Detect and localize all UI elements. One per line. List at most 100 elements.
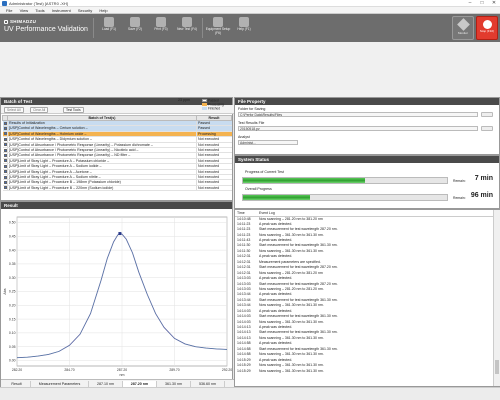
row-checkbox[interactable]	[3, 164, 7, 168]
folder-field[interactable]: C:\Perfor Data\Results\Files	[238, 112, 478, 117]
load-button[interactable]: Load (F1)	[96, 17, 122, 39]
equipment-icon	[213, 17, 223, 27]
menu-instrument[interactable]: Instrument	[52, 7, 71, 14]
maximize-button[interactable]: □	[476, 0, 488, 7]
y-tick-label: 0.45	[9, 235, 16, 239]
result-panel: Result 0.00 0.05 0.10 0.15 0.20 0.25 0.30 0.35 0…	[0, 201, 234, 388]
toolbar-separator	[93, 18, 94, 38]
monitor-icon	[456, 18, 470, 31]
row-checkbox[interactable]	[3, 143, 7, 147]
new-test-label: New Test (F4)	[177, 27, 197, 31]
table-row[interactable]: [USP]Control of Absorbance / Photometric…	[2, 152, 232, 159]
y-tick-label: 0.10	[9, 331, 16, 335]
row-checkbox[interactable]	[3, 132, 7, 136]
y-tick-label: 0.00	[9, 359, 16, 363]
analyst-field: Administ...	[238, 140, 298, 145]
overall-progress-bar	[242, 194, 448, 201]
row-checkbox[interactable]	[3, 126, 7, 130]
menu-file[interactable]: File	[6, 7, 12, 14]
log-time: 14:15:29	[237, 368, 251, 373]
table-row[interactable]: [USP]Control of Absorbance / Photometric…	[2, 147, 232, 154]
new-test-button[interactable]: New Test (F4)	[174, 17, 200, 39]
analyst-label: Analyst	[238, 135, 250, 139]
y-tick-label: 0.30	[9, 276, 16, 280]
overall-progress-fill	[243, 195, 311, 200]
help-button[interactable]: Help (F1)	[231, 17, 257, 39]
stop-icon	[482, 20, 492, 29]
row-checkbox[interactable]	[3, 181, 7, 185]
window-title: Administrator (Test) [ASTR0 -XH]	[9, 1, 68, 6]
clear-all-button[interactable]: Clear All	[30, 106, 49, 113]
folder-icon	[104, 17, 114, 27]
ribbon: SHIMADZU UV Performance Validation Load …	[0, 14, 500, 97]
banner: SHIMADZU UV Performance Validation Load …	[0, 14, 500, 42]
stop-button[interactable]: Stop (F10)	[476, 16, 498, 40]
brand-name: SHIMADZU	[10, 19, 37, 24]
overall-progress-label: Overall Progress	[245, 187, 272, 191]
row-checkbox[interactable]	[3, 186, 7, 190]
save-label: Save (F2)	[128, 27, 142, 31]
peak-marker	[118, 232, 122, 236]
log-scroll-thumb[interactable]	[495, 360, 499, 374]
app-name: UV Performance Validation	[4, 26, 88, 33]
log-row: 14:15:29 Now scanning – 361.30 nm to 361.…	[235, 368, 493, 373]
menu-tools[interactable]: Tools	[35, 7, 44, 14]
legend-swatch	[202, 107, 207, 111]
select-all-button[interactable]: Select All	[4, 106, 24, 113]
new-test-icon	[182, 17, 192, 27]
x-tick-label: 282.20	[12, 368, 22, 372]
load-label: Load (F1)	[102, 27, 116, 31]
menu-view[interactable]: View	[20, 7, 29, 14]
test-tools-button[interactable]: Test Tools	[63, 106, 84, 113]
table-row[interactable]: [USP]Limit of Stray Light – Procedure B …	[2, 179, 232, 186]
row-checkbox[interactable]	[3, 137, 7, 141]
save-icon	[130, 17, 140, 27]
legend-swatch	[202, 99, 207, 102]
status-bar	[0, 387, 500, 400]
log-event: Now scanning – 361.30 nm to 361.30 nm.	[259, 368, 324, 373]
minimize-button[interactable]: –	[464, 0, 476, 7]
print-button[interactable]: Print (F3)	[148, 17, 174, 39]
legend-finished: Finished	[208, 106, 221, 111]
spectrum-chart: 0.00 0.05 0.10 0.15 0.20 0.25 0.30 0.35 0.40 0.45…	[1, 209, 234, 379]
browse-folder-button[interactable]	[481, 112, 493, 117]
system-status-panel: System Status Progress of Current Test R…	[234, 155, 500, 209]
row-checkbox[interactable]	[3, 159, 7, 163]
equipment-setup-button[interactable]: Equipment Setup (F6)	[205, 17, 231, 39]
batch-header: Batch of Test	[1, 98, 232, 105]
table-row[interactable]: [USP]Limit of Stray Light – Procedure B …	[2, 185, 232, 192]
row-checkbox[interactable]	[3, 153, 7, 157]
browse-file-button[interactable]	[481, 126, 493, 131]
folder-label: Folder for Saving	[238, 107, 266, 111]
file-property-panel: File Property Folder for Saving C:\Perfo…	[234, 97, 500, 155]
legend-swatch	[202, 103, 207, 107]
app-icon	[2, 1, 7, 6]
menu-help[interactable]: Help	[99, 7, 107, 14]
batch-toolbar: Select All Clear All Test Tools 23 ppm P…	[1, 98, 234, 114]
current-remain-value: 7 min	[474, 175, 493, 182]
table-row[interactable]: [USP]Control of Absorbance / Photometric…	[2, 142, 232, 149]
file-property-header: File Property	[235, 98, 499, 105]
status-legend: Passed Processing Finished	[202, 98, 224, 111]
y-tick-label: 0.35	[9, 262, 16, 266]
row-checkbox[interactable]	[3, 121, 7, 125]
row-checkbox[interactable]	[3, 170, 7, 174]
x-tick-label: 287.20	[117, 368, 127, 372]
y-axis-label: Abs	[3, 288, 7, 294]
toolbar-separator	[202, 18, 203, 38]
equipment-setup-label: Equipment Setup (F6)	[205, 27, 231, 35]
save-button[interactable]: Save (F2)	[122, 17, 148, 39]
row-checkbox[interactable]	[3, 175, 7, 179]
menu-security[interactable]: Security	[78, 7, 92, 14]
x-tick-label: 292.20	[222, 368, 232, 372]
log-scrollbar[interactable]	[493, 210, 500, 386]
result-header: Result	[1, 202, 232, 209]
help-label: Help (F1)	[237, 27, 251, 31]
row-checkbox[interactable]	[3, 148, 7, 152]
x-tick-label: 289.70	[169, 368, 179, 372]
y-tick-label: 0.25	[9, 290, 16, 294]
close-window-button[interactable]: ✕	[488, 0, 500, 7]
test-file-field[interactable]: 20150518.pv	[238, 126, 478, 131]
monitor-button[interactable]: Monitor	[452, 16, 474, 40]
overall-remain-value: 96 min	[470, 192, 493, 199]
